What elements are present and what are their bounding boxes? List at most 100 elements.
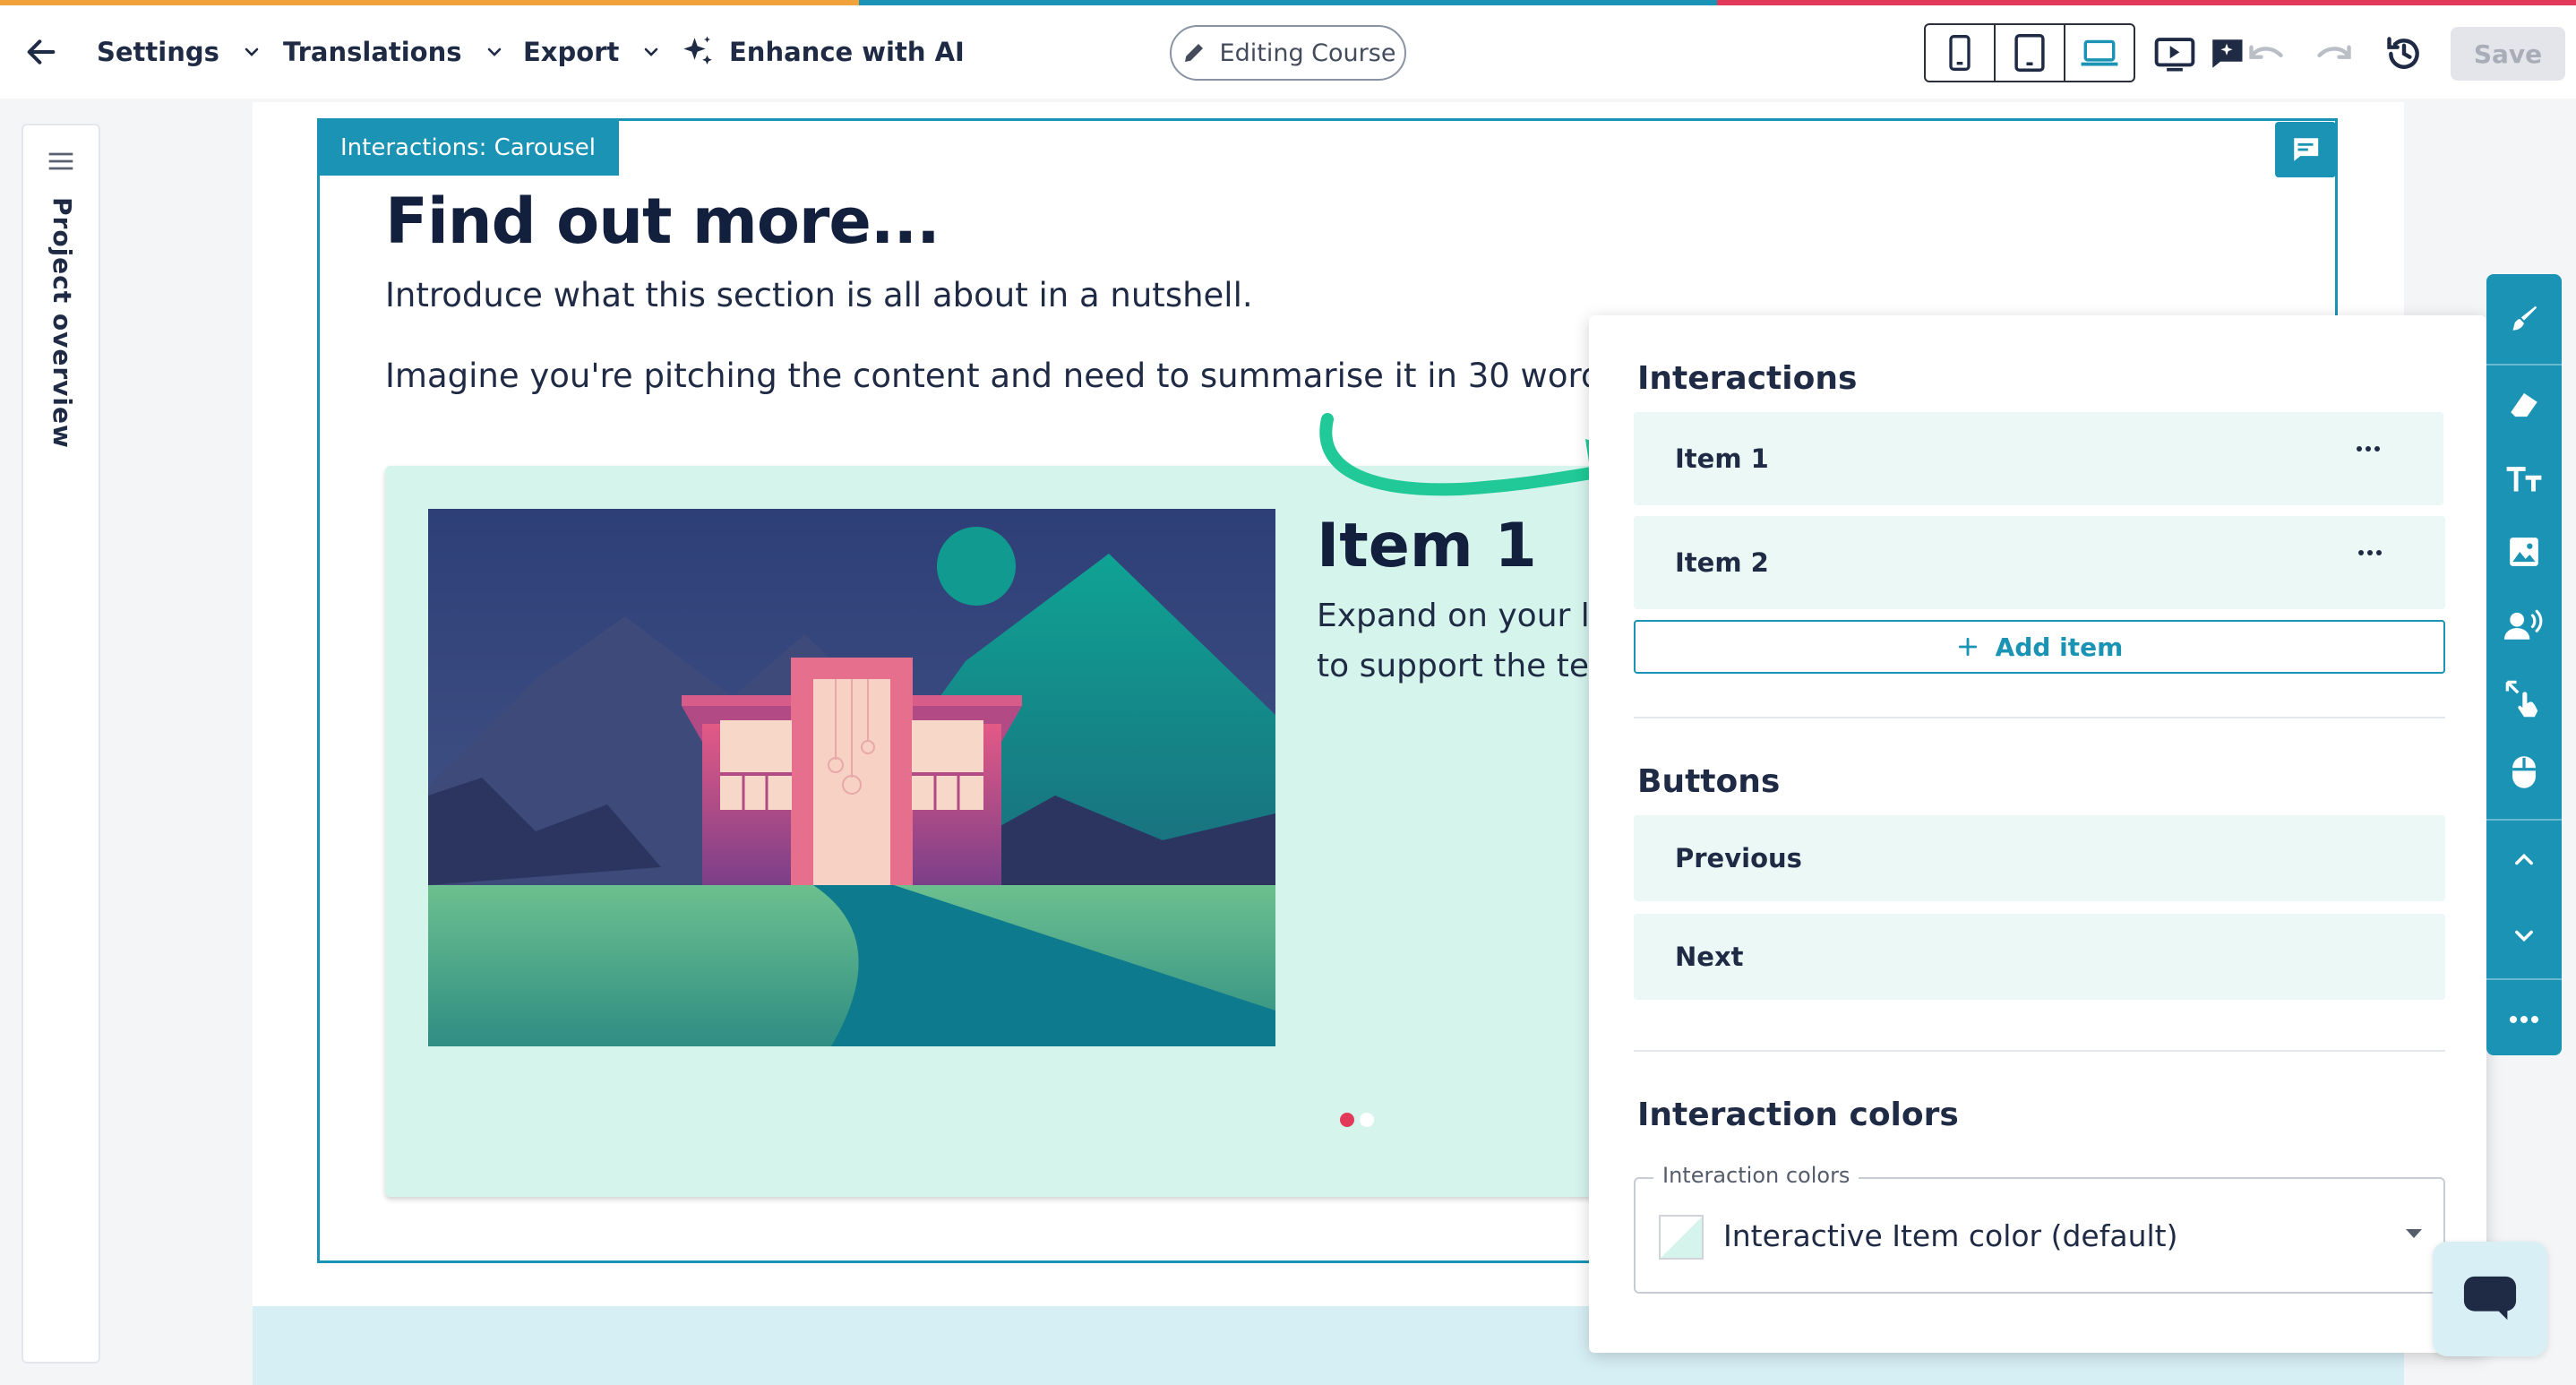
- text-size-icon: [2506, 467, 2542, 492]
- support-chat-button[interactable]: [2433, 1242, 2547, 1356]
- button-setting-label: Previous: [1675, 843, 1802, 873]
- text-style-button[interactable]: [2486, 441, 2562, 516]
- section-heading[interactable]: Find out more...: [385, 185, 940, 258]
- redo-icon: [2317, 45, 2351, 59]
- interaction-item-label: Item 2: [1675, 547, 1769, 578]
- more-options-icon[interactable]: [2356, 444, 2381, 453]
- interaction-item[interactable]: Item 1: [1634, 412, 2443, 505]
- slide-title[interactable]: Item 1: [1317, 511, 1537, 581]
- comment-icon: [2292, 138, 2319, 161]
- top-bar: Settings Translations Export Enhance wit…: [0, 5, 2576, 99]
- chevron-down-icon: [2515, 930, 2533, 942]
- interaction-colors-title: Interaction colors: [1637, 1097, 1959, 1133]
- tablet-icon: [2014, 34, 2045, 72]
- add-item-button[interactable]: Add item: [1634, 620, 2445, 674]
- interactions-title: Interactions: [1637, 360, 1858, 397]
- redo-button[interactable]: [2309, 29, 2359, 79]
- undo-button[interactable]: [2241, 29, 2291, 79]
- laptop-icon: [2081, 39, 2118, 66]
- pencil-icon: [1184, 44, 1203, 62]
- mobile-icon: [1949, 35, 1971, 71]
- enhance-with-ai-button[interactable]: Enhance with AI: [679, 5, 965, 99]
- add-item-label: Add item: [1995, 632, 2124, 662]
- project-overview-label: Project overview: [47, 197, 77, 449]
- mobile-view-button[interactable]: [1926, 25, 1996, 81]
- carousel-slide[interactable]: Item 1 Expand on your le to support the …: [385, 466, 1639, 1197]
- export-label: Export: [523, 37, 620, 67]
- intro-paragraph-2[interactable]: Imagine you're pitching the content and …: [385, 357, 1630, 395]
- style-button[interactable]: [2486, 281, 2562, 357]
- block-toolbar: [2486, 274, 2562, 1055]
- color-swatch: [1659, 1215, 1704, 1260]
- editing-mode-button[interactable]: Editing Course: [1170, 25, 1406, 81]
- interaction-button[interactable]: [2486, 661, 2562, 736]
- button-setting-label: Next: [1675, 942, 1744, 972]
- voice-icon: [2504, 609, 2543, 640]
- chevron-down-icon: [645, 47, 658, 56]
- move-down-button[interactable]: [2486, 898, 2562, 973]
- settings-label: Settings: [97, 37, 219, 67]
- chevron-down-icon: [245, 47, 259, 56]
- interaction-colors-select[interactable]: Interaction colors Interactive Item colo…: [1634, 1163, 2445, 1294]
- block-type-tag: Interactions: Carousel: [317, 120, 619, 176]
- sparkle-icon: [683, 36, 712, 65]
- editing-label: Editing Course: [1219, 39, 1396, 67]
- plus-icon: [1958, 637, 1977, 657]
- interaction-colors-field-label: Interaction colors: [1653, 1163, 1859, 1188]
- tablet-view-button[interactable]: [1996, 25, 2065, 81]
- interaction-colors-value: Interactive Item color (default): [1723, 1218, 2178, 1253]
- interaction-item[interactable]: Item 2: [1634, 516, 2445, 609]
- image-button[interactable]: [2486, 514, 2562, 589]
- previous-button-setting[interactable]: Previous: [1634, 815, 2445, 901]
- undo-icon: [2249, 45, 2283, 59]
- more-icon: [2510, 1016, 2538, 1023]
- save-button[interactable]: Save: [2451, 27, 2565, 81]
- slide-body-line: Expand on your le: [1317, 598, 1610, 634]
- house-illustration-image: [428, 509, 1275, 1046]
- menu-icon: [48, 152, 73, 170]
- paint-brush-icon: [2512, 305, 2537, 331]
- intro-paragraph-1[interactable]: Introduce what this section is all about…: [385, 276, 1253, 314]
- settings-menu[interactable]: Settings: [97, 5, 262, 99]
- interaction-item-label: Item 1: [1675, 443, 1769, 474]
- translations-menu[interactable]: Translations: [283, 5, 505, 99]
- toolbar-divider: [2486, 978, 2562, 980]
- move-up-button[interactable]: [2486, 822, 2562, 898]
- play-preview-icon: [2154, 38, 2195, 72]
- chevron-up-icon: [2515, 853, 2533, 865]
- slide-body[interactable]: Expand on your le to support the tex: [1317, 591, 1621, 692]
- chevron-down-icon: [487, 47, 501, 56]
- carousel-dot[interactable]: [1360, 1113, 1374, 1127]
- caret-down-icon: [2406, 1229, 2422, 1238]
- carousel-dot-active[interactable]: [1340, 1113, 1354, 1127]
- export-menu[interactable]: Export: [523, 5, 662, 99]
- toolbar-divider: [2486, 364, 2562, 366]
- more-options-icon[interactable]: [2357, 548, 2383, 557]
- chat-icon: [2463, 1276, 2517, 1320]
- laptop-view-button[interactable]: [2065, 25, 2134, 81]
- device-preview-group: [1924, 23, 2135, 82]
- touch-resize-icon: [2505, 680, 2538, 718]
- history-icon: [2387, 37, 2419, 69]
- slide-body-line: to support the tex: [1317, 648, 1608, 684]
- back-button[interactable]: [23, 5, 59, 99]
- more-actions-button[interactable]: [2486, 982, 2562, 1057]
- mouse-icon: [2512, 756, 2536, 788]
- enhance-label: Enhance with AI: [729, 37, 965, 67]
- voiceover-button[interactable]: [2486, 588, 2562, 663]
- image-icon: [2510, 538, 2538, 566]
- preview-button[interactable]: [2150, 29, 2200, 79]
- history-button[interactable]: [2379, 29, 2429, 79]
- clear-format-button[interactable]: [2486, 367, 2562, 443]
- comment-button[interactable]: [2275, 122, 2336, 177]
- interaction-settings-panel: Interactions Item 1 Item 2 Add item Butt…: [1589, 315, 2486, 1353]
- next-button-setting[interactable]: Next: [1634, 914, 2445, 1000]
- eraser-icon: [2511, 392, 2537, 417]
- click-action-button[interactable]: [2486, 735, 2562, 810]
- divider: [1634, 717, 2445, 718]
- arrow-left-icon: [27, 39, 56, 65]
- project-overview-panel[interactable]: Project overview: [21, 124, 100, 1363]
- buttons-title: Buttons: [1637, 763, 1781, 800]
- translations-label: Translations: [283, 37, 462, 67]
- toolbar-divider: [2486, 819, 2562, 821]
